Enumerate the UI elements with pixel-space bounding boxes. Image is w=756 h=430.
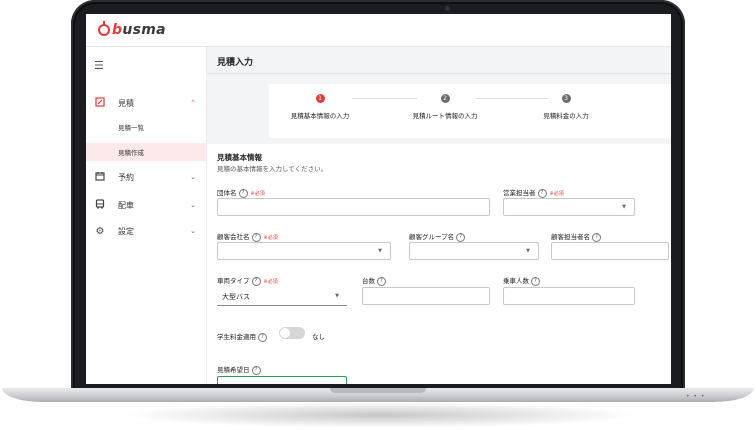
vehicle-count-label: 台数?	[362, 275, 386, 286]
section-description: 見積の基本情報を入力してください。	[217, 165, 328, 173]
customer-contact-input[interactable]	[551, 242, 669, 260]
help-icon[interactable]: ?	[456, 232, 466, 242]
estimate-date-label: 見積希望日?	[217, 364, 261, 375]
gear-icon: ⚙	[95, 225, 105, 237]
sidebar-item-reservation[interactable]: 予約 ⌄	[86, 167, 206, 187]
step-number: 3	[561, 94, 571, 103]
step-label: 見積ルート情報の入力	[412, 112, 478, 120]
help-icon[interactable]: ?	[537, 188, 547, 198]
student-rate-toggle[interactable]	[279, 327, 305, 339]
customer-company-select[interactable]: ▼	[217, 242, 391, 260]
logo-power-icon	[98, 21, 110, 36]
required-badge: ※必須	[549, 190, 564, 197]
logo[interactable]: busma	[98, 21, 166, 38]
group-name-label: 団体名? ※必須	[217, 188, 265, 198]
customer-group-select[interactable]: ▼	[409, 242, 539, 260]
sidebar-subitem-estimate-list[interactable]: 見積一覧	[86, 118, 206, 136]
help-icon[interactable]: ?	[377, 276, 386, 286]
screen: busma ☰ 見積 ⌃ 見積一覧 見積作成 予約 ⌄ 配車 ⌄ ⚙ 設定 ⌄ …	[86, 14, 671, 384]
required-badge: ※必須	[263, 278, 278, 285]
toggle-knob	[280, 328, 290, 338]
help-icon[interactable]: ?	[531, 276, 540, 286]
stepper: 1 見積基本情報の入力 2 見積ルート情報の入力 3 見積料金の入力	[269, 84, 671, 138]
step-2[interactable]: 2 見積ルート情報の入力	[395, 94, 495, 120]
help-icon[interactable]: ?	[592, 232, 601, 242]
logo-text: busma	[112, 22, 166, 38]
vehicle-count-input[interactable]	[362, 287, 490, 305]
section-title: 見積基本情報	[217, 153, 262, 162]
sidebar-item-label: 設定	[118, 226, 134, 236]
chevron-down-icon: ▼	[378, 248, 382, 254]
divider	[207, 73, 671, 74]
step-1[interactable]: 1 見積基本情報の入力	[275, 94, 365, 120]
step-label: 見積基本情報の入力	[290, 112, 350, 120]
estimate-form: 見積基本情報 見積の基本情報を入力してください。 団体名? ※必須 営業担当者? ※…	[207, 144, 671, 384]
sidebar-subitem-label: 見積作成	[118, 149, 144, 157]
laptop-vents: • • •	[686, 393, 706, 400]
chevron-down-icon: ▼	[622, 204, 626, 210]
menu-icon[interactable]: ☰	[94, 59, 104, 72]
vehicle-type-value: 大型バス	[222, 293, 250, 301]
sidebar-item-label: 見積	[118, 98, 134, 108]
vehicle-type-select[interactable]: 大型バス ▼	[217, 288, 347, 306]
main-content: 見積入力 1 見積基本情報の入力 2 見積ルート情報の入力 3 見積料金の入力 …	[207, 47, 671, 384]
help-icon[interactable]: ?	[251, 276, 261, 286]
customer-contact-label: 顧客担当者名?	[551, 231, 601, 242]
calendar-icon	[94, 171, 106, 184]
toggle-state-text: なし	[312, 333, 325, 341]
chevron-down-icon: ⌄	[190, 173, 196, 181]
customer-group-label: 顧客グループ名?	[409, 231, 466, 242]
required-badge: ※必須	[263, 234, 278, 241]
help-icon[interactable]: ?	[251, 232, 261, 242]
step-number: 1	[315, 94, 325, 103]
step-number: 2	[440, 94, 450, 103]
chevron-down-icon: ⌄	[190, 227, 196, 235]
passengers-label: 乗車人数?	[503, 275, 540, 286]
sidebar: ☰ 見積 ⌃ 見積一覧 見積作成 予約 ⌄ 配車 ⌄ ⚙ 設定 ⌄	[86, 47, 207, 384]
help-icon[interactable]: ?	[251, 365, 261, 375]
app-header: busma	[86, 14, 671, 47]
chevron-up-icon: ⌃	[190, 99, 196, 107]
vehicle-type-label: 車両タイプ? ※必須	[217, 276, 278, 286]
sidebar-item-label: 予約	[118, 172, 134, 182]
step-3[interactable]: 3 見積料金の入力	[521, 94, 611, 120]
group-name-input[interactable]	[217, 198, 490, 216]
sidebar-subitem-estimate-create[interactable]: 見積作成	[86, 143, 206, 161]
student-rate-label: 学生料金適用?	[217, 331, 267, 342]
required-badge: ※必須	[250, 190, 265, 197]
laptop-shadow	[120, 402, 640, 428]
sidebar-item-estimate[interactable]: 見積 ⌃	[86, 93, 206, 113]
passengers-input[interactable]	[503, 287, 635, 305]
sidebar-item-dispatch[interactable]: 配車 ⌄	[86, 195, 206, 215]
step-label: 見積料金の入力	[543, 112, 589, 120]
edit-icon	[94, 96, 106, 110]
help-icon[interactable]: ?	[238, 188, 248, 198]
sales-rep-select[interactable]: ▼	[503, 198, 635, 216]
sidebar-item-settings[interactable]: ⚙ 設定 ⌄	[86, 221, 206, 241]
customer-company-label: 顧客会社名? ※必須	[217, 232, 278, 242]
chevron-down-icon: ⌄	[190, 201, 196, 209]
laptop-notch	[330, 388, 426, 393]
sales-rep-label: 営業担当者? ※必須	[503, 188, 564, 198]
sidebar-item-label: 配車	[118, 200, 134, 210]
page-title: 見積入力	[217, 58, 254, 68]
bus-icon	[94, 198, 106, 212]
camera	[445, 6, 450, 11]
sidebar-subitem-label: 見積一覧	[118, 124, 144, 132]
estimate-date-input[interactable]	[217, 376, 347, 384]
help-icon[interactable]: ?	[258, 332, 267, 342]
chevron-down-icon: ▼	[335, 293, 339, 299]
chevron-down-icon: ▼	[526, 248, 530, 254]
